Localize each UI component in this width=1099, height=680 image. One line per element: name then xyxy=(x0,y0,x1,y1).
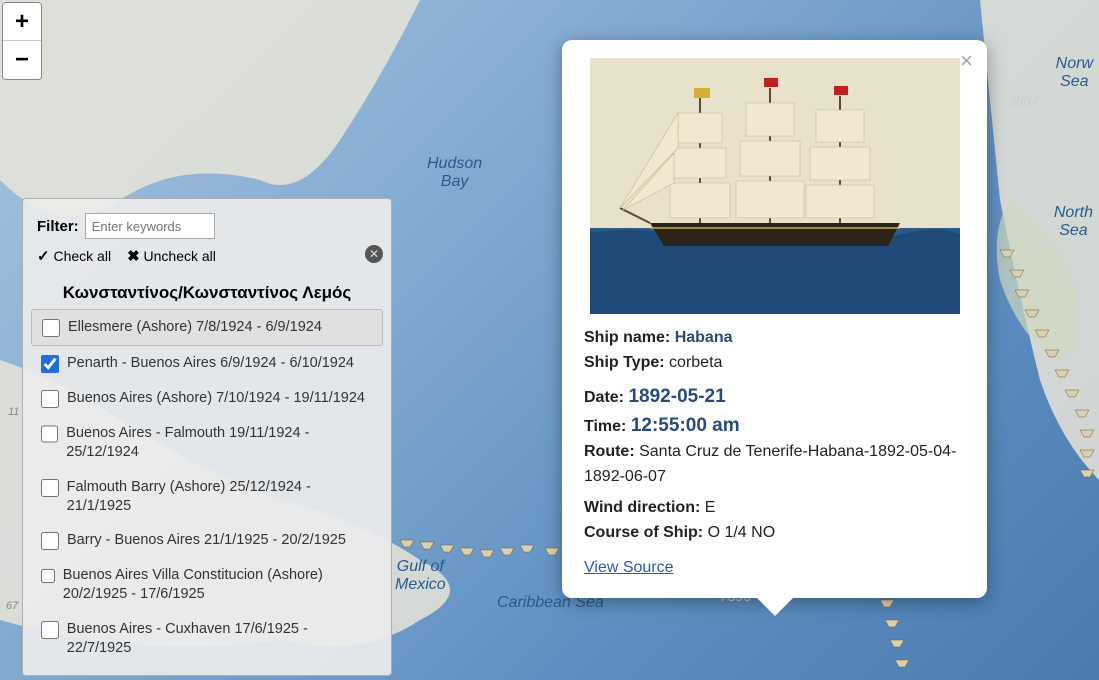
route-label: Ellesmere (Ashore) 7/8/1924 - 6/9/1924 xyxy=(68,318,322,337)
route-item[interactable]: Buenos Aires - Cuxhaven 17/6/1925 - 22/7… xyxy=(31,612,383,666)
route-label: Buenos Aires - Falmouth 19/11/1924 - 25/… xyxy=(66,424,373,462)
uncheck-all-link[interactable]: ✖ Uncheck all xyxy=(127,247,216,265)
popup-tip xyxy=(757,598,793,616)
ship-type-value: corbeta xyxy=(669,354,722,371)
uncheck-icon: ✖ xyxy=(127,248,140,265)
info-popup: × xyxy=(562,40,987,598)
zoom-out-button[interactable]: − xyxy=(3,41,41,79)
route-item[interactable]: Falmouth Barry (Ashore) 25/12/1924 - 21/… xyxy=(31,470,383,524)
route-item[interactable]: Rotterdam (Ashore) 22/7/1925 - 7/8/1925 xyxy=(31,666,383,675)
course-label: Course of Ship: xyxy=(584,524,703,541)
wind-label: Wind direction: xyxy=(584,499,700,516)
filter-panel: Filter: ✓ Check all ✖ Uncheck all ✕ Κωνσ… xyxy=(22,198,392,676)
time-value: 12:55:00 am xyxy=(631,415,740,436)
wind-value: E xyxy=(705,499,716,516)
route-label: Route: xyxy=(584,443,635,460)
route-label: Barry - Buenos Aires 21/1/1925 - 20/2/19… xyxy=(67,531,346,550)
course-value: O 1/4 NO xyxy=(708,524,776,541)
route-label: Rotterdam (Ashore) 22/7/1925 - 7/8/1925 xyxy=(67,674,332,675)
time-label: Time: xyxy=(584,418,626,435)
route-item[interactable]: Ellesmere (Ashore) 7/8/1924 - 6/9/1924 xyxy=(31,309,383,346)
route-label: Buenos Aires - Cuxhaven 17/6/1925 - 22/7… xyxy=(67,620,373,658)
route-checkbox[interactable] xyxy=(42,319,60,337)
route-value: Santa Cruz de Tenerife-Habana-1892-05-04… xyxy=(584,443,956,485)
date-label: Date: xyxy=(584,389,624,406)
route-checkbox[interactable] xyxy=(41,390,59,408)
view-source-link[interactable]: View Source xyxy=(584,556,674,581)
route-checkbox[interactable] xyxy=(41,532,59,550)
ship-image xyxy=(590,58,960,314)
popup-close-button[interactable]: × xyxy=(960,48,973,74)
zoom-controls: + − xyxy=(2,2,42,80)
route-item[interactable]: Buenos Aires - Falmouth 19/11/1924 - 25/… xyxy=(31,416,383,470)
date-value: 1892-05-21 xyxy=(628,386,725,407)
filter-input[interactable] xyxy=(85,213,215,239)
route-label: Penarth - Buenos Aires 6/9/1924 - 6/10/1… xyxy=(67,354,354,373)
route-label: Buenos Aires Villa Constitucion (Ashore)… xyxy=(63,566,373,604)
route-list[interactable]: Ellesmere (Ashore) 7/8/1924 - 6/9/1924 Pe… xyxy=(23,309,391,675)
route-item[interactable]: Buenos Aires (Ashore) 7/10/1924 - 19/11/… xyxy=(31,381,383,416)
route-checkbox[interactable] xyxy=(41,567,55,585)
check-icon: ✓ xyxy=(37,248,50,265)
route-label: Falmouth Barry (Ashore) 25/12/1924 - 21/… xyxy=(67,478,373,516)
route-checkbox[interactable] xyxy=(41,479,59,497)
list-title: Κωνσταντίνος/Κωνσταντίνος Λεμός xyxy=(23,275,391,309)
route-checkbox[interactable] xyxy=(41,425,58,443)
filter-label: Filter: xyxy=(37,218,79,235)
ship-name-value[interactable]: Habana xyxy=(675,329,733,346)
route-label: Buenos Aires (Ashore) 7/10/1924 - 19/11/… xyxy=(67,389,365,408)
panel-close-button[interactable]: ✕ xyxy=(365,245,383,263)
route-checkbox[interactable] xyxy=(41,621,59,639)
route-item[interactable]: Buenos Aires Villa Constitucion (Ashore)… xyxy=(31,558,383,612)
ship-type-label: Ship Type: xyxy=(584,354,665,371)
route-item[interactable]: Barry - Buenos Aires 21/1/1925 - 20/2/19… xyxy=(31,523,383,558)
check-all-link[interactable]: ✓ Check all xyxy=(37,247,111,265)
route-item[interactable]: Penarth - Buenos Aires 6/9/1924 - 6/10/1… xyxy=(31,346,383,381)
ship-name-label: Ship name: xyxy=(584,329,670,346)
route-checkbox[interactable] xyxy=(41,355,59,373)
zoom-in-button[interactable]: + xyxy=(3,3,41,41)
